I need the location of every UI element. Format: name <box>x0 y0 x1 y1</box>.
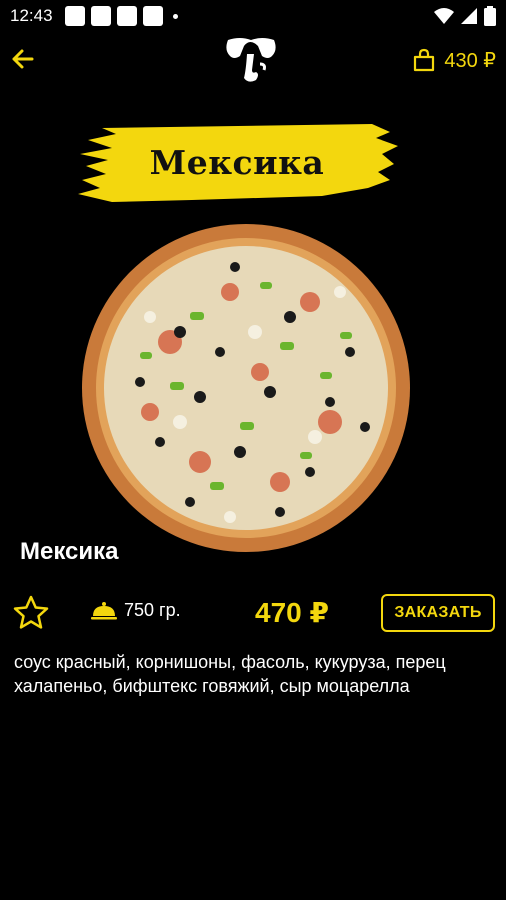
banner-title: Мексика <box>149 142 325 182</box>
cart-total: 430 ₽ <box>444 49 496 72</box>
wifi-icon <box>434 8 454 24</box>
dish-cloche-icon <box>91 601 117 619</box>
product-name: Мексика <box>20 538 119 565</box>
elephant-logo <box>226 38 276 82</box>
status-right <box>434 6 496 26</box>
app-bar: 430 ₽ <box>0 32 506 88</box>
signal-icon <box>461 8 477 24</box>
notification-icon <box>116 6 137 26</box>
shopping-bag-icon <box>414 48 435 72</box>
battery-icon <box>484 6 496 26</box>
product-description: соус красный, корнишоны, фасоль, кукуруз… <box>14 652 446 696</box>
cart-button[interactable]: 430 ₽ <box>412 46 496 74</box>
star-icon[interactable] <box>12 594 50 632</box>
product-info-row: 750 гр. 470 ₽ ЗАКАЗАТЬ <box>0 590 506 634</box>
notification-icon <box>90 6 111 26</box>
pizza-image <box>82 224 410 552</box>
notification-icon <box>142 6 163 26</box>
product-price: 470 ₽ <box>255 597 329 628</box>
status-time: 12:43 <box>10 6 53 25</box>
notification-icon <box>64 6 85 26</box>
status-bar: 12:43 <box>0 0 506 32</box>
weight-value: 750 гр. <box>124 600 181 620</box>
title-banner: Мексика <box>72 118 402 206</box>
weight-info: 750 гр. <box>90 600 181 621</box>
more-notifications-icon <box>172 13 178 19</box>
order-button[interactable]: ЗАКАЗАТЬ <box>381 594 495 632</box>
status-left: 12:43 <box>10 6 178 26</box>
arrow-left-icon[interactable] <box>8 44 38 74</box>
